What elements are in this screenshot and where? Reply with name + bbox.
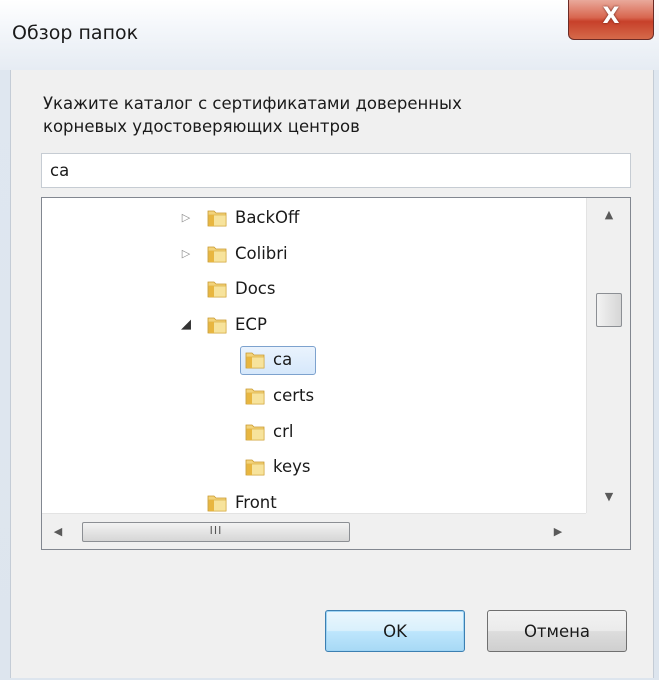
folder-icon bbox=[206, 243, 228, 265]
dialog-body: Укажите каталог с сертификатами доверенн… bbox=[10, 70, 654, 678]
title-bar[interactable]: Обзор папок X bbox=[0, 0, 659, 70]
folder-icon bbox=[244, 456, 266, 478]
collapsed-triangle-icon[interactable]: ▷ bbox=[179, 211, 193, 225]
collapsed-triangle-icon[interactable]: ▷ bbox=[179, 247, 193, 261]
horizontal-scrollbar[interactable]: ◀ III ▶ bbox=[42, 513, 586, 549]
tree-item-keys[interactable]: keys bbox=[42, 452, 582, 482]
prompt-line-1: Укажите каталог с сертификатами доверенн… bbox=[43, 94, 462, 113]
folder-icon bbox=[244, 385, 266, 407]
folder-browser-dialog: Обзор папок X Укажите каталог с сертифик… bbox=[0, 0, 659, 680]
close-icon: X bbox=[602, 4, 620, 29]
scroll-right-arrow-icon[interactable]: ▶ bbox=[550, 525, 566, 539]
folder-icon bbox=[206, 314, 228, 336]
expanded-triangle-icon[interactable]: ◢ bbox=[179, 317, 193, 332]
tree-item-docs[interactable]: Docs bbox=[42, 274, 582, 304]
tree-item-label: Colibri bbox=[235, 243, 288, 263]
horizontal-scroll-thumb[interactable]: III bbox=[82, 522, 350, 542]
tree-item-label: ca bbox=[273, 350, 293, 370]
tree-item-ca[interactable]: ca bbox=[42, 345, 582, 376]
tree-item-label: Front bbox=[235, 492, 277, 512]
scroll-left-arrow-icon[interactable]: ◀ bbox=[50, 525, 66, 539]
folder-tree[interactable]: ▷ BackOff ▷ Colibri Docs ◢ ECP ca certs crl keys Fr… bbox=[41, 197, 631, 550]
vertical-scrollbar[interactable]: ▲ ▼ bbox=[586, 198, 630, 513]
scroll-down-arrow-icon[interactable]: ▼ bbox=[601, 490, 617, 504]
tree-item-crl[interactable]: crl bbox=[42, 417, 582, 447]
tree-item-certs[interactable]: certs bbox=[42, 381, 582, 411]
folder-icon bbox=[206, 278, 228, 300]
folder-icon bbox=[206, 207, 228, 229]
close-button[interactable]: X bbox=[568, 0, 654, 40]
folder-icon bbox=[244, 349, 266, 371]
folder-icon bbox=[206, 492, 228, 514]
prompt-text: Укажите каталог с сертификатами доверенн… bbox=[43, 92, 603, 138]
scroll-grip: III bbox=[209, 524, 223, 537]
scroll-up-arrow-icon[interactable]: ▲ bbox=[601, 208, 617, 222]
cancel-button[interactable]: Отмена bbox=[487, 610, 627, 652]
tree-item-colibri[interactable]: ▷ Colibri bbox=[42, 239, 582, 269]
tree-item-label: certs bbox=[273, 386, 315, 405]
folder-path-input[interactable] bbox=[41, 153, 631, 188]
folder-icon bbox=[244, 421, 266, 443]
scrollbar-corner bbox=[586, 513, 630, 549]
ok-button[interactable]: OK bbox=[325, 610, 465, 652]
tree-item-label: keys bbox=[273, 457, 311, 477]
tree-item-backoff[interactable]: ▷ BackOff bbox=[42, 203, 582, 233]
tree-item-label: BackOff bbox=[235, 208, 300, 227]
vertical-scroll-thumb[interactable] bbox=[596, 293, 622, 327]
tree-item-ecp[interactable]: ◢ ECP bbox=[42, 310, 582, 340]
prompt-line-2: корневых удостоверяющих центров bbox=[43, 117, 360, 136]
tree-item-label: Docs bbox=[235, 279, 276, 299]
tree-item-label: ECP bbox=[235, 314, 267, 334]
tree-item-label: crl bbox=[273, 421, 294, 441]
window-title: Обзор папок bbox=[12, 22, 139, 44]
